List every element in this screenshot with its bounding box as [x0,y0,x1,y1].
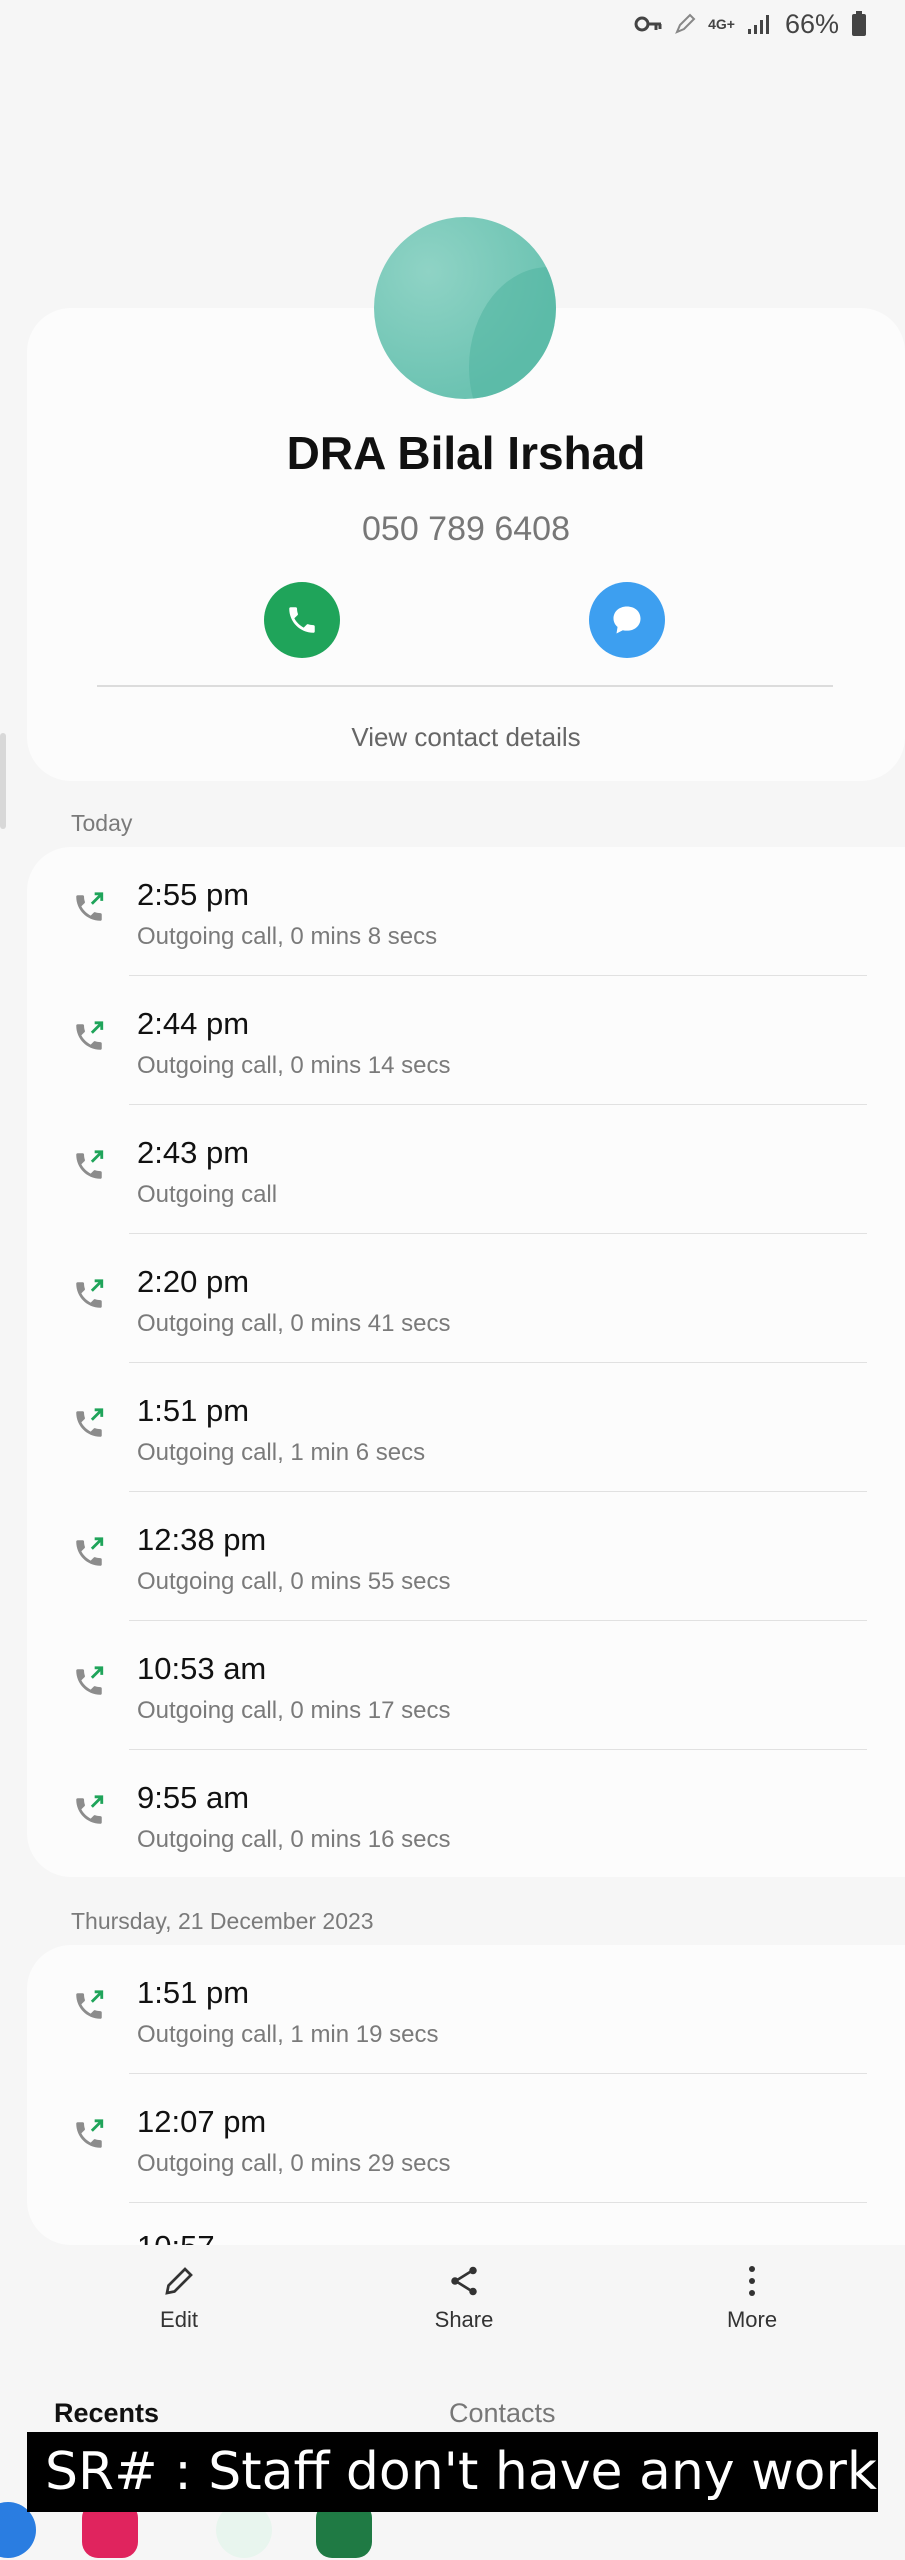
call-time: 1:51 pm [137,1975,250,2010]
share-button[interactable]: Share [384,2245,544,2333]
call-description: Outgoing call, 0 mins 17 secs [137,1697,451,1724]
divider [97,685,833,687]
pen-icon [675,13,696,34]
call-log-item[interactable]: 2:20 pm Outgoing call, 0 mins 41 secs [27,1234,905,1363]
call-description: Outgoing call, 1 min 6 secs [137,1439,426,1466]
section-header-thursday: Thursday, 21 December 2023 [71,1908,374,1934]
more-button[interactable]: More [672,2245,832,2333]
pencil-icon [165,2267,193,2295]
outgoing-call-icon [72,1407,106,1441]
view-contact-details-link[interactable]: View contact details [27,722,905,753]
edit-button[interactable]: Edit [99,2245,259,2333]
outgoing-call-icon [72,1989,106,2023]
outgoing-call-icon [72,891,106,925]
message-button[interactable] [589,582,665,658]
contact-avatar [374,217,556,399]
contact-name: DRA Bilal Irshad [286,427,646,479]
call-description: Outgoing call, 0 mins 55 secs [137,1568,451,1595]
key-icon [634,16,662,32]
phone-icon [289,607,315,633]
call-log-item[interactable]: 1:51 pm Outgoing call, 1 min 19 secs [27,1945,905,2074]
outgoing-call-icon [72,1278,106,1312]
battery-percent: 66% [784,8,839,39]
contact-number: 050 789 6408 [362,510,570,548]
call-log-item[interactable]: 1:51 pm Outgoing call, 1 min 6 secs [27,1363,905,1492]
call-time: 2:55 pm [137,877,250,912]
call-time: 1:51 pm [137,1393,250,1428]
call-log-item[interactable]: 12:07 pm Outgoing call, 0 mins 29 secs [27,2074,905,2203]
subtitle-caption: SR# : Staff don't have any workaround [27,2432,878,2512]
call-log-item[interactable]: 12:38 pm Outgoing call, 0 mins 55 secs [27,1492,905,1621]
call-time: 12:07 pm [137,2104,267,2139]
outgoing-call-icon [72,1536,106,1570]
call-log-item[interactable]: 2:55 pm Outgoing call, 0 mins 8 secs [27,847,905,976]
outgoing-call-icon [72,1794,106,1828]
call-description: Outgoing call, 0 mins 8 secs [137,923,438,950]
edit-label: Edit [160,2307,198,2332]
call-time: 2:44 pm [137,1006,250,1041]
outgoing-call-icon [72,1665,106,1699]
call-time-partial: 10:57 [137,2229,215,2245]
more-label: More [726,2307,778,2332]
call-description: Outgoing call, 0 mins 16 secs [137,1826,451,1853]
call-log-thursday: 1:51 pm Outgoing call, 1 min 19 secs 12:07… [27,1945,905,2245]
action-bar: Edit Share More [0,2245,905,2365]
chat-bubble-icon [613,606,641,634]
outgoing-call-icon [72,1020,106,1054]
outgoing-call-icon [72,2118,106,2152]
call-log-item[interactable]: 2:43 pm Outgoing call [27,1105,905,1234]
call-log-item[interactable]: 2:44 pm Outgoing call, 0 mins 14 secs [27,976,905,1105]
call-time: 2:20 pm [137,1264,250,1299]
call-time: 2:43 pm [137,1135,250,1170]
call-description: Outgoing call, 0 mins 14 secs [137,1052,451,1079]
network-type-label: 4G+ [708,16,735,32]
call-description: Outgoing call [137,1181,278,1208]
call-time: 10:53 am [137,1651,267,1686]
call-description: Outgoing call, 0 mins 29 secs [137,2150,451,2177]
call-log-item[interactable]: 9:55 am Outgoing call, 0 mins 16 secs [27,1750,905,1879]
tab-recents[interactable]: Recents [54,2398,159,2429]
more-vertical-icon [749,2266,755,2296]
call-log-item[interactable]: 10:53 am Outgoing call, 0 mins 17 secs [27,1621,905,1750]
call-description: Outgoing call, 1 min 19 secs [137,2021,439,2048]
call-description: Outgoing call, 0 mins 41 secs [137,1310,451,1337]
edge-panel-handle[interactable] [0,733,6,829]
call-button[interactable] [264,582,340,658]
call-time: 9:55 am [137,1780,250,1815]
call-time: 12:38 pm [137,1522,267,1557]
tab-contacts[interactable]: Contacts [449,2398,556,2429]
call-log-today: 2:55 pm Outgoing call, 0 mins 8 secs 2:44 … [27,847,905,1877]
share-icon [451,2266,477,2296]
battery-icon [852,11,866,36]
signal-icon [747,15,769,34]
outgoing-call-icon [72,1149,106,1183]
status-bar: 4G+ 66% [0,0,905,48]
section-header-today: Today [71,810,133,836]
row-divider [129,2202,867,2203]
share-label: Share [434,2307,494,2332]
